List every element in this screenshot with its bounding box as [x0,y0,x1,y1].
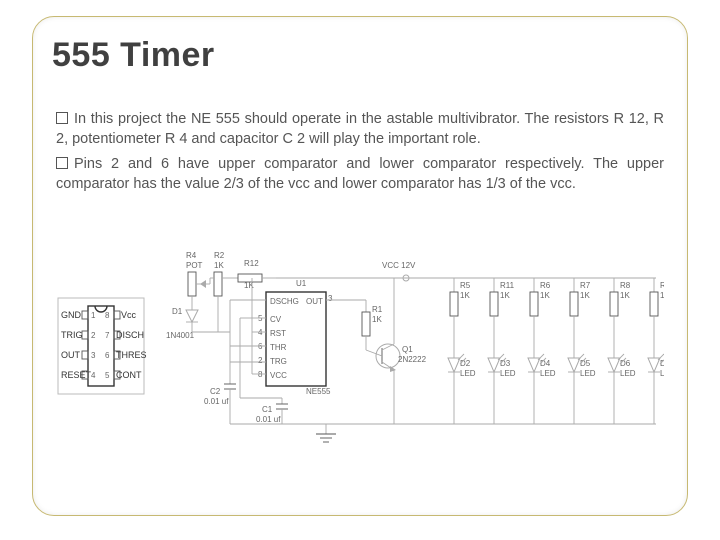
svg-text:6: 6 [105,351,110,360]
svg-text:RESET: RESET [61,370,92,380]
circuit-diagram: GND TRIG OUT RESET Vcc DISCH THRES CONT … [56,248,664,468]
svg-text:D1: D1 [172,307,183,316]
svg-text:Vcc: Vcc [121,310,137,320]
svg-text:2: 2 [258,356,263,365]
slide-title: 555 Timer [52,36,215,75]
svg-text:2: 2 [91,331,96,340]
svg-text:NE555: NE555 [306,387,331,396]
svg-text:DSCHG: DSCHG [270,297,299,306]
schematic: VCC 12V R4 POT D1 1N4001 R2 1K [166,251,664,442]
svg-text:C1: C1 [262,405,273,414]
svg-text:R2: R2 [214,251,225,260]
svg-text:R12: R12 [244,259,259,268]
svg-text:THR: THR [270,343,287,352]
led-branch: R81K D6LED [608,278,636,424]
chip-ne555: U1 NE555 DSCHG OUT 3 CV 5 RST 4 THR 6 TRG 2 V… [230,278,333,396]
svg-text:2N2222: 2N2222 [398,355,427,364]
bullet-list: In this project the NE 555 should operat… [56,110,664,200]
svg-text:5: 5 [258,314,263,323]
svg-text:GND: GND [61,310,82,320]
pot-r4: R4 POT [186,251,210,306]
svg-text:1K: 1K [660,291,664,300]
svg-text:D3: D3 [500,359,511,368]
svg-text:D6: D6 [620,359,631,368]
svg-text:Q1: Q1 [402,345,413,354]
bullet-icon [56,112,68,124]
svg-text:CV: CV [270,315,282,324]
svg-text:1K: 1K [372,315,382,324]
led-branches: R51KD2LEDR111KD3LEDR61KD4LEDR71KD5LEDR81… [448,278,664,424]
svg-text:LED: LED [460,369,476,378]
svg-text:R5: R5 [460,281,471,290]
svg-text:R4: R4 [186,251,197,260]
bullet-text: In this project the NE 555 should operat… [56,111,664,147]
svg-text:5: 5 [105,371,110,380]
ground-icon [316,424,336,442]
svg-text:4: 4 [258,328,263,337]
svg-text:3: 3 [328,294,333,303]
svg-text:LED: LED [500,369,516,378]
svg-text:LED: LED [620,369,636,378]
svg-text:THRES: THRES [116,350,147,360]
bullet-icon [56,157,68,169]
svg-text:TRG: TRG [270,357,287,366]
svg-text:0.01 uf: 0.01 uf [204,397,229,406]
cap-c2: C2 0.01 uf [204,362,236,424]
svg-text:4: 4 [91,371,96,380]
bullet-text: Pins 2 and 6 have upper comparator and l… [56,156,664,192]
svg-text:R1: R1 [372,305,383,314]
svg-text:D5: D5 [580,359,591,368]
svg-text:LED: LED [660,369,664,378]
svg-text:U1: U1 [296,279,307,288]
svg-text:OUT: OUT [306,297,323,306]
diode-d1: D1 1N4001 [166,306,230,340]
svg-text:1: 1 [91,311,96,320]
svg-text:1K: 1K [580,291,590,300]
svg-text:1K: 1K [540,291,550,300]
resistor-r1: R1 1K [326,300,383,350]
led-branch: R111K D3LED [488,278,516,424]
list-item: Pins 2 and 6 have upper comparator and l… [56,155,664,194]
resistor-r2: R2 1K [210,251,225,332]
svg-text:1N4001: 1N4001 [166,331,195,340]
svg-text:1K: 1K [460,291,470,300]
resistor-r12: R12 1K [222,259,276,290]
pinout-555: GND TRIG OUT RESET Vcc DISCH THRES CONT … [58,298,147,394]
svg-text:D2: D2 [460,359,471,368]
svg-text:R8: R8 [620,281,631,290]
svg-text:LED: LED [580,369,596,378]
list-item: In this project the NE 555 should operat… [56,110,664,149]
svg-text:1K: 1K [620,291,630,300]
svg-text:D4: D4 [540,359,551,368]
led-branch: R91KD7LED [648,278,664,424]
led-branch: R61K D4LED [528,278,556,424]
svg-text:TRIG: TRIG [61,330,83,340]
svg-text:6: 6 [258,342,263,351]
svg-text:C2: C2 [210,387,221,396]
svg-text:OUT: OUT [61,350,81,360]
svg-text:1K: 1K [214,261,224,270]
svg-text:R6: R6 [540,281,551,290]
svg-text:VCC 12V: VCC 12V [382,261,416,270]
transistor-q1: Q1 2N2222 [366,278,427,424]
svg-text:8: 8 [258,370,263,379]
svg-text:LED: LED [540,369,556,378]
svg-text:1K: 1K [500,291,510,300]
svg-text:POT: POT [186,261,203,270]
svg-text:R9: R9 [660,281,664,290]
svg-text:3: 3 [91,351,96,360]
svg-text:0.01 uf: 0.01 uf [256,415,281,424]
led-branch: R51K D2LED [448,278,476,424]
led-branch: R71K D5LED [568,278,596,424]
svg-text:R11: R11 [500,281,515,290]
svg-text:R7: R7 [580,281,591,290]
svg-text:8: 8 [105,311,110,320]
svg-text:RST: RST [270,329,286,338]
svg-text:7: 7 [105,331,110,340]
svg-text:VCC: VCC [270,371,287,380]
